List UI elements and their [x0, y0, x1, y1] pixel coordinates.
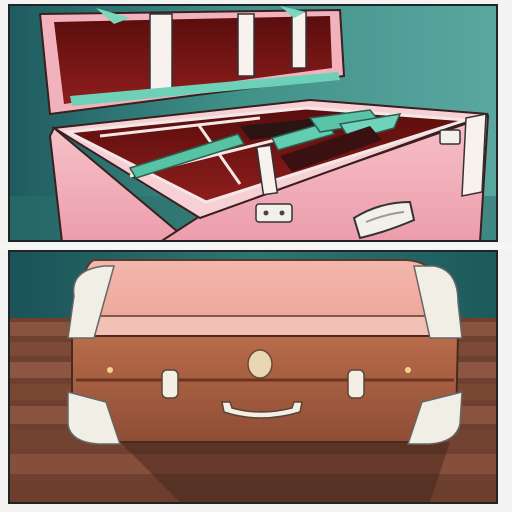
corner-latch: [439, 129, 461, 145]
bottom-panel-closed-suitcase: [8, 250, 498, 504]
panel-divider: [0, 243, 512, 249]
closed-suitcase-illustration: [10, 252, 496, 502]
rivet-left: [107, 367, 113, 373]
front-latch: [255, 203, 293, 223]
lid-strap-1: [149, 13, 173, 93]
center-lock: [247, 349, 273, 379]
lid-strap-2: [237, 13, 255, 77]
lid-strap-3: [291, 11, 307, 69]
pink-band: [69, 315, 459, 337]
open-suitcase-illustration: [10, 6, 496, 240]
suitcase-top: [72, 259, 458, 319]
right-latch: [347, 369, 365, 399]
rivet-right: [405, 367, 411, 373]
image-frame: [0, 0, 512, 512]
top-panel-open-suitcase: [8, 4, 498, 242]
left-latch: [161, 369, 179, 399]
